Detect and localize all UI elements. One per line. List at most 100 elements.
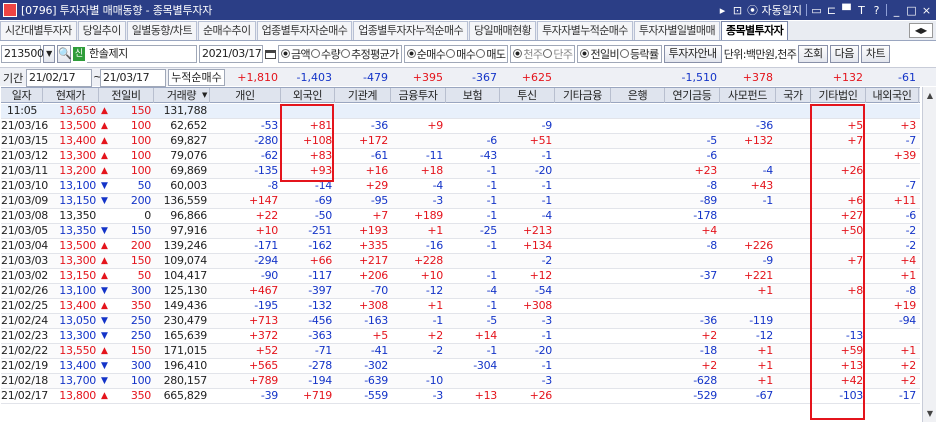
tab-stock-investor[interactable]: 종목별투자자 [720, 21, 789, 40]
net-buy-cell [555, 179, 611, 194]
table-row[interactable]: 21/02/19 13,400 ▼ 300 196,410 +565 -278 -302 -30… [1, 359, 920, 374]
column-header[interactable]: 현재가 [43, 88, 99, 103]
link-icon[interactable]: ⊡ [732, 4, 743, 17]
radio-amount[interactable]: 금액 [281, 46, 311, 62]
table-row[interactable]: 21/03/02 13,150 ▲ 50 104,417 -90 -117 +206 +10 -1… [1, 269, 920, 284]
column-header[interactable]: 외국인 [281, 88, 335, 103]
trade-type-radios: 순매수 매수 매도 [403, 45, 509, 63]
close-icon[interactable]: × [921, 4, 932, 17]
volume-cell: 665,829 [163, 389, 208, 402]
stock-code-input[interactable]: 213500 [1, 45, 44, 63]
table-row[interactable]: 21/03/12 13,300 ▲ 100 79,076 -62 +83 -61 -11 -43 -… [1, 149, 920, 164]
column-header[interactable]: 은행 [611, 88, 665, 103]
calendar-icon[interactable] [265, 49, 276, 59]
tab-today-trading[interactable]: 당일매매현황 [469, 21, 537, 40]
column-header[interactable]: 내외국인 [866, 88, 919, 103]
column-header[interactable]: 사모펀드 [720, 88, 776, 103]
table-row[interactable]: 21/02/25 13,400 ▲ 350 149,436 -195 -132 +308 +1 -… [1, 299, 920, 314]
net-buy-cell [611, 194, 665, 209]
radio-net-buy[interactable]: 순매수 [406, 46, 446, 62]
tab-investor-cumulative[interactable]: 투자자별누적순매수 [537, 21, 633, 40]
help-icon[interactable]: ? [871, 4, 882, 17]
tab-investor-daily[interactable]: 투자자별일별매매 [633, 21, 720, 40]
change-value: 200 [130, 239, 151, 252]
volume-cell: 149,436 [163, 299, 208, 312]
table-row[interactable]: 21/03/05 13,350 ▼ 150 97,916 +10 -251 +193 +1 -25… [1, 224, 920, 239]
investor-guide-button[interactable]: 투자자안내 [663, 45, 722, 63]
table-row[interactable]: 21/03/16 13,500 ▲ 100 62,652 -53 +81 -36 +9 -9 -36… [1, 119, 920, 134]
net-buy-cell [446, 374, 500, 389]
column-header[interactable]: 보험 [446, 88, 500, 103]
auto-journal-button[interactable]: ⦿ 자동일지 [747, 2, 802, 18]
column-header[interactable]: 기타금융 [555, 88, 611, 103]
net-buy-cell [555, 299, 611, 314]
radio-change-rate[interactable]: 등락률 [620, 46, 659, 62]
radio-avg-price[interactable]: 추정평균가 [341, 46, 399, 62]
scroll-down-icon[interactable]: ▼ [925, 409, 935, 418]
column-header[interactable]: 개인 [210, 88, 281, 103]
tab-sector-net-buy[interactable]: 업종별투자자순매수 [256, 21, 353, 40]
column-header[interactable]: 일자 [1, 88, 43, 103]
net-buy-cell [555, 389, 611, 404]
radio-buy[interactable]: 매수 [446, 46, 476, 62]
volume-cell: 62,652 [170, 119, 207, 132]
from-date-input[interactable]: 21/02/17 [26, 69, 92, 87]
table-row[interactable]: 21/03/10 13,100 ▼ 50 60,003 -8 -14 +29 -4 -1 -1 -8 +… [1, 179, 920, 194]
scroll-up-icon[interactable]: ▲ [925, 91, 935, 100]
table-row[interactable]: 21/03/08 13,350 0 96,866 +22 -50 +7 +189 -1 -4 -17… [1, 209, 920, 224]
radio-single-shares[interactable]: 단주 [543, 46, 573, 62]
copy-icon[interactable]: ⊏ [826, 4, 837, 17]
maximize-icon[interactable]: □ [906, 4, 917, 17]
table-row[interactable]: 21/03/03 13,300 ▲ 150 109,074 -294 +66 +217 +228… [1, 254, 920, 269]
chart-button[interactable]: 차트 [860, 45, 891, 63]
to-date-input[interactable]: 21/03/17 [100, 69, 166, 87]
radio-prev-diff[interactable]: 전일비 [580, 46, 620, 62]
column-header[interactable]: 기관계 [335, 88, 391, 103]
volume-cell: 125,130 [163, 284, 208, 297]
tab-time-investor[interactable]: 시간대별투자자 [0, 21, 77, 40]
date-cell: 21/02/17 [1, 389, 49, 402]
expand-icon[interactable]: ▸ [717, 4, 728, 17]
column-header[interactable]: 국가 [776, 88, 811, 103]
table-row[interactable]: 21/03/09 13,150 ▼ 200 136,559 +147 -69 -95 -3 -1 -… [1, 194, 920, 209]
table-row[interactable]: 21/03/11 13,200 ▲ 100 69,869 -135 +93 +16 +18 -1 -… [1, 164, 920, 179]
table-row[interactable]: 21/02/26 13,100 ▼ 300 125,130 +467 -397 -70 -12 -… [1, 284, 920, 299]
column-header[interactable]: 기타법인 [811, 88, 866, 103]
tab-net-buy-trend[interactable]: 순매수추이 [197, 21, 256, 40]
tab-intraday-trend[interactable]: 당일추이 [77, 21, 126, 40]
table-row[interactable]: 21/03/15 13,400 ▲ 100 69,827 -280 +108 +172 -6 +5… [1, 134, 920, 149]
table-row[interactable]: 21/02/24 13,050 ▼ 250 230,479 +713 -456 -163 -1 -… [1, 314, 920, 329]
minimize-icon[interactable]: _ [891, 4, 902, 17]
net-buy-cell: +29 [365, 179, 389, 192]
radio-quantity[interactable]: 수량 [311, 46, 341, 62]
code-dropdown-icon[interactable]: ▼ [43, 45, 55, 63]
search-icon[interactable]: 🔍 [57, 45, 72, 63]
table-row[interactable]: 21/02/17 13,800 ▲ 350 665,829 -39 +719 -559 -3 +1… [1, 389, 920, 404]
volume-cell: 69,827 [170, 134, 207, 147]
font-icon[interactable]: T [856, 4, 867, 17]
net-buy-cell: +1 [427, 224, 443, 237]
net-buy-cell [335, 104, 391, 119]
next-button[interactable]: 다음 [829, 45, 859, 63]
column-header[interactable]: 거래량 [154, 88, 210, 103]
table-row[interactable]: 21/02/18 13,700 ▼ 100 280,157 +789 -194 -639 -10… [1, 374, 920, 389]
column-header[interactable]: 투신 [500, 88, 555, 103]
query-button[interactable]: 조회 [798, 45, 828, 63]
table-row[interactable]: 21/02/23 13,300 ▼ 250 165,639 +372 -363 +5 +2 +14… [1, 329, 920, 344]
net-buy-cell [776, 299, 811, 314]
column-header[interactable]: 금융투자 [391, 88, 446, 103]
tab-scroll-arrows[interactable]: ◀▶ [909, 23, 933, 38]
radio-sell[interactable]: 매도 [476, 46, 506, 62]
tab-sector-cumulative[interactable]: 업종별투자자누적순매수 [353, 21, 468, 40]
table-row[interactable]: 11:05 13,650 ▲ 150 131,788 [1, 104, 920, 119]
radio-thousand-shares[interactable]: 천주 [513, 46, 543, 62]
table-row[interactable]: 21/03/04 13,500 ▲ 200 139,246 -171 -162 +335 -16… [1, 239, 920, 254]
screen-icon[interactable]: ▭ [811, 4, 822, 17]
column-header[interactable]: 연기금등 [665, 88, 720, 103]
column-header[interactable]: 전일비 [99, 88, 154, 103]
tab-daily-chart[interactable]: 일별동향/차트 [126, 21, 197, 40]
vertical-scrollbar[interactable]: ▲ ▼ [922, 87, 936, 422]
date-input[interactable]: 2021/03/17 [199, 45, 263, 63]
pin-icon[interactable]: ▀ [841, 4, 852, 17]
table-row[interactable]: 21/02/22 13,550 ▲ 150 171,015 +52 -71 -41 -2 -1 -2… [1, 344, 920, 359]
